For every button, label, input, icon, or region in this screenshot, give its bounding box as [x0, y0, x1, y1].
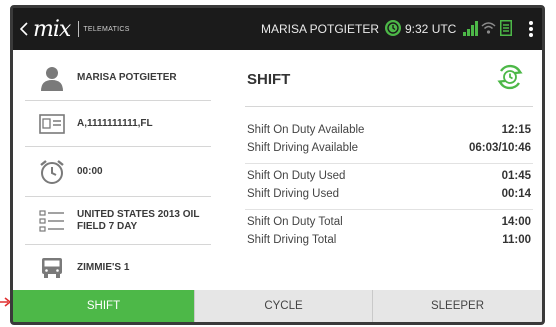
stat-value: 12:15	[501, 124, 531, 136]
stat-label: Shift Driving Used	[247, 188, 340, 200]
stat-value: 06:03/10:46	[468, 142, 531, 154]
stat-row: Shift Driving Total 11:00	[247, 234, 531, 246]
stat-label: Shift Driving Available	[247, 142, 359, 154]
clock-sync-icon[interactable]	[384, 19, 402, 37]
ruleset-label: UNITED STATES 2013 OIL FIELD 7 DAY	[77, 208, 200, 232]
stat-row: Shift On Duty Total 14:00	[247, 216, 531, 228]
stat-value: 14:00	[501, 216, 531, 228]
vehicle-info-item: ZIMMIE'S 1	[25, 245, 211, 290]
driver-info-panel: MARISA POTGIETER A,1111111111,FL 00:00 U…	[13, 50, 220, 290]
ruleset-info-item: UNITED STATES 2013 OIL FIELD 7 DAY	[25, 197, 211, 245]
alarm-clock-icon	[39, 159, 65, 185]
group-divider	[245, 209, 533, 210]
driver-name: MARISA POTGIETER	[261, 22, 380, 36]
stat-row: Shift Driving Available 06:03/10:46	[247, 142, 531, 154]
title-divider	[245, 106, 533, 107]
stat-row: Shift On Duty Available 12:15	[247, 124, 531, 136]
stat-row: Shift On Duty Used 01:45	[247, 170, 531, 182]
ruleset-list-icon	[39, 208, 65, 234]
logbook-icon[interactable]	[500, 20, 512, 36]
stat-label: Shift On Duty Available	[247, 124, 365, 136]
shift-title: SHIFT	[247, 71, 291, 88]
driver-name-label: MARISA POTGIETER	[77, 71, 177, 83]
logo-text: mix	[33, 16, 71, 42]
brand-logo: mix TELEMATICS	[33, 8, 130, 50]
truck-icon	[39, 255, 65, 281]
tab-bar: SHIFT CYCLE SLEEPER	[13, 290, 542, 322]
top-bar: mix TELEMATICS MARISA POTGIETER 9:32 UTC	[13, 8, 542, 50]
group-divider	[245, 163, 533, 164]
tab-shift[interactable]: SHIFT	[13, 290, 194, 322]
driver-info-item: MARISA POTGIETER	[25, 55, 211, 101]
stat-row: Shift Driving Used 00:14	[247, 188, 531, 200]
vehicle-label: ZIMMIE'S 1	[77, 261, 130, 273]
overflow-menu-icon[interactable]	[528, 20, 534, 38]
logo-subtitle: TELEMATICS	[83, 25, 130, 33]
main-content: MARISA POTGIETER A,1111111111,FL 00:00 U…	[13, 50, 542, 290]
back-chevron-icon[interactable]	[17, 19, 31, 39]
signal-icon	[463, 21, 478, 36]
stat-label: Shift On Duty Used	[247, 170, 346, 182]
tab-sleeper[interactable]: SLEEPER	[372, 290, 542, 322]
timer-info-item: 00:00	[25, 147, 211, 197]
stat-value: 00:14	[501, 188, 531, 200]
stat-value: 01:45	[501, 170, 531, 182]
app-window: mix TELEMATICS MARISA POTGIETER 9:32 UTC	[10, 5, 545, 325]
id-card-icon	[39, 111, 65, 137]
shift-panel: SHIFT Shift On Duty Available 12:15 Shif…	[241, 50, 533, 290]
license-info-item: A,1111111111,FL	[25, 101, 211, 147]
license-label: A,1111111111,FL	[77, 117, 153, 129]
person-icon	[39, 65, 65, 91]
logo-divider	[78, 21, 80, 37]
shift-clock-cycle-icon	[497, 64, 523, 90]
tab-cycle[interactable]: CYCLE	[194, 290, 372, 322]
utc-time: 9:32 UTC	[405, 22, 457, 36]
wifi-icon	[481, 22, 496, 34]
stat-label: Shift Driving Total	[247, 234, 337, 246]
timer-label: 00:00	[77, 165, 103, 177]
stat-value: 11:00	[502, 234, 531, 246]
stat-label: Shift On Duty Total	[247, 216, 343, 228]
